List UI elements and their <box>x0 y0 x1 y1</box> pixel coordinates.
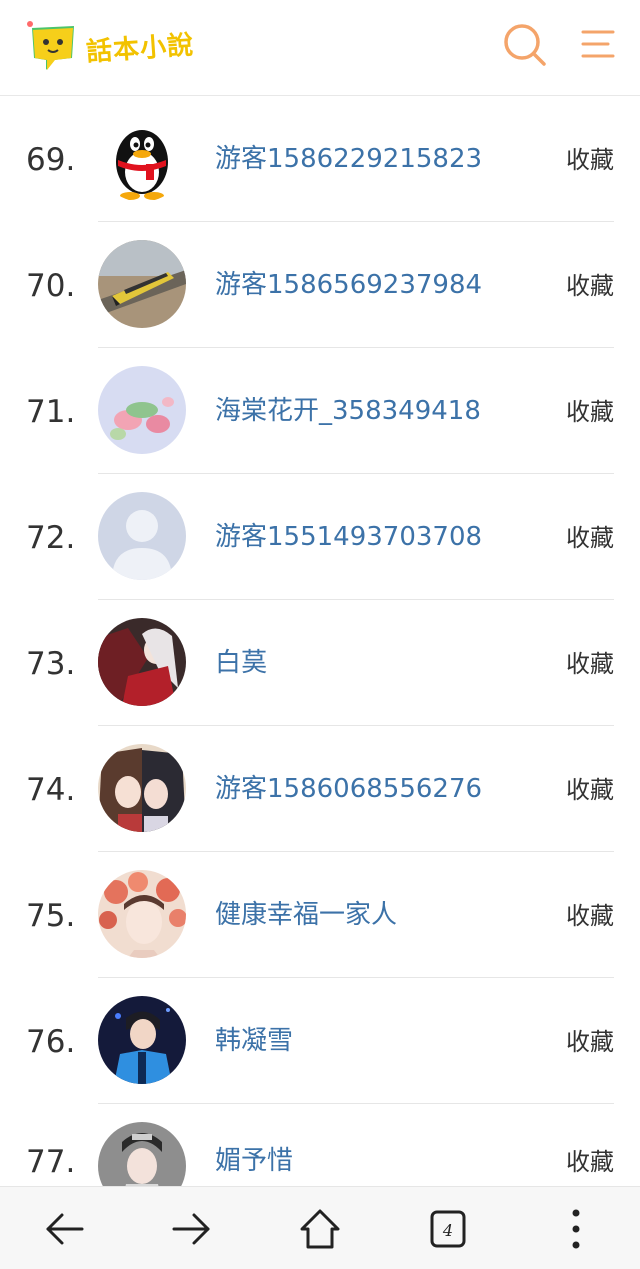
site-logo[interactable]: 話本小說 <box>26 18 226 74</box>
avatar[interactable] <box>98 1122 186 1186</box>
logo-text: 話本小說 <box>85 29 196 68</box>
rank-number: 71. <box>26 394 76 430</box>
username-link[interactable]: 海棠花开_358349418 <box>215 390 481 427</box>
rank-number: 73. <box>26 646 76 682</box>
rank-number: 70. <box>26 268 76 304</box>
home-button[interactable] <box>296 1205 344 1253</box>
back-arrow-icon <box>46 1213 84 1245</box>
avatar[interactable] <box>98 240 186 328</box>
home-icon <box>300 1209 340 1249</box>
avatar[interactable] <box>98 744 186 832</box>
favorite-label[interactable]: 收藏 <box>566 770 614 805</box>
tabs-icon: 4 <box>430 1210 466 1248</box>
favorite-label[interactable]: 收藏 <box>566 1022 614 1057</box>
more-options-button[interactable] <box>552 1205 600 1253</box>
forward-button[interactable] <box>168 1205 216 1253</box>
favorites-user-list: 69. 游客1586229215823 收藏 70. 游客15865692379… <box>0 96 640 1186</box>
rank-number: 75. <box>26 898 76 934</box>
list-item: 69. 游客1586229215823 收藏 <box>0 96 640 222</box>
more-vertical-icon <box>572 1209 580 1249</box>
list-item: 72. 游客1551493703708 收藏 <box>0 474 640 600</box>
rank-number: 69. <box>26 142 76 178</box>
avatar[interactable] <box>98 870 186 958</box>
app-header: 話本小說 <box>0 0 640 96</box>
menu-button[interactable] <box>578 24 618 64</box>
favorite-label[interactable]: 收藏 <box>566 140 614 175</box>
rank-number: 76. <box>26 1024 76 1060</box>
search-button[interactable] <box>500 20 550 70</box>
menu-icon <box>581 30 615 58</box>
rank-number: 77. <box>26 1144 76 1180</box>
browser-nav-bar: 4 <box>0 1186 640 1269</box>
username-link[interactable]: 游客1586229215823 <box>215 138 482 175</box>
username-link[interactable]: 游客1586569237984 <box>215 264 482 301</box>
tab-count: 4 <box>442 1221 453 1240</box>
favorite-label[interactable]: 收藏 <box>566 266 614 301</box>
username-link[interactable]: 游客1551493703708 <box>215 516 482 553</box>
username-link[interactable]: 游客1586068556276 <box>215 768 482 805</box>
forward-arrow-icon <box>172 1213 210 1245</box>
list-item: 70. 游客1586569237984 收藏 <box>0 222 640 348</box>
avatar[interactable] <box>98 114 186 202</box>
search-icon <box>504 24 546 66</box>
username-link[interactable]: 媚予惜 <box>215 1140 293 1177</box>
favorite-label[interactable]: 收藏 <box>566 644 614 679</box>
avatar[interactable] <box>98 996 186 1084</box>
chat-bubble-logo-icon <box>26 20 80 72</box>
username-link[interactable]: 健康幸福一家人 <box>215 894 397 931</box>
favorite-label[interactable]: 收藏 <box>566 392 614 427</box>
favorite-label[interactable]: 收藏 <box>566 518 614 553</box>
username-link[interactable]: 白茣 <box>215 642 267 679</box>
avatar[interactable] <box>98 366 186 454</box>
rank-number: 74. <box>26 772 76 808</box>
favorite-label[interactable]: 收藏 <box>566 896 614 931</box>
list-item: 74. 游客1586068556276 收藏 <box>0 726 640 852</box>
list-item: 71. 海棠花开_358349418 收藏 <box>0 348 640 474</box>
list-item: 75. 健康幸福一家人 收藏 <box>0 852 640 978</box>
tabs-button[interactable]: 4 <box>424 1205 472 1253</box>
username-link[interactable]: 韩凝雪 <box>215 1020 293 1057</box>
list-item: 76. 韩凝雪 收藏 <box>0 978 640 1104</box>
back-button[interactable] <box>40 1205 88 1253</box>
list-item: 77. 媚予惜 收藏 <box>0 1104 640 1186</box>
rank-number: 72. <box>26 520 76 556</box>
favorite-label[interactable]: 收藏 <box>566 1142 614 1177</box>
avatar[interactable] <box>98 492 186 580</box>
avatar[interactable] <box>98 618 186 706</box>
list-item: 73. 白茣 收藏 <box>0 600 640 726</box>
